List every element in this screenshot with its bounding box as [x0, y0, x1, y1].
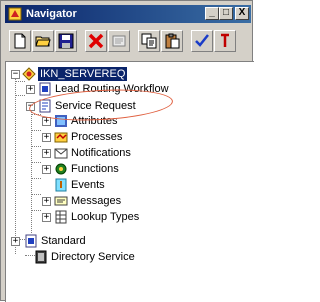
tree-node-label: Events: [71, 179, 105, 191]
close-button[interactable]: X: [235, 7, 249, 20]
tree-node-label: Processes: [71, 131, 123, 143]
expand-toggle[interactable]: +: [42, 165, 51, 174]
tree-node-directory-service[interactable]: Directory Service: [6, 250, 226, 264]
save-icon: [58, 33, 74, 49]
expand-toggle[interactable]: +: [42, 213, 51, 222]
tree-node-functions[interactable]: + Functions: [6, 162, 226, 176]
collapse-toggle[interactable]: −: [11, 70, 20, 79]
tree-node-label: Directory Service: [51, 251, 135, 263]
tree-node-root[interactable]: − IKN_SERVEREQ: [6, 67, 206, 81]
gear-icon: [55, 163, 67, 175]
minimize-button[interactable]: _: [205, 7, 219, 20]
expand-toggle[interactable]: +: [42, 149, 51, 158]
open-button[interactable]: [32, 30, 54, 52]
item-type-icon: [39, 82, 51, 96]
check-icon: [195, 34, 209, 47]
copy-button[interactable]: [138, 30, 160, 52]
open-folder-icon: [35, 36, 51, 47]
expand-toggle[interactable]: +: [42, 117, 51, 126]
toolbar: [5, 27, 251, 59]
copy-icon: [141, 33, 157, 49]
expand-toggle[interactable]: +: [26, 85, 35, 94]
processes-icon: [54, 132, 68, 143]
lookup-table-icon: [55, 210, 67, 224]
tree-node-messages[interactable]: + Messages: [6, 194, 226, 208]
delete-button[interactable]: [85, 30, 107, 52]
paste-icon: [165, 33, 180, 49]
new-button[interactable]: [9, 30, 31, 52]
save-button[interactable]: [55, 30, 77, 52]
restore-button[interactable]: □: [219, 7, 233, 20]
delete-icon: [88, 33, 104, 49]
tree-node-processes[interactable]: + Processes: [6, 130, 226, 144]
check-button[interactable]: [191, 30, 213, 52]
tree-node-label: Notifications: [71, 147, 131, 159]
paste-button[interactable]: [161, 30, 183, 52]
navigator-tree[interactable]: − IKN_SERVEREQ + Lead Routing Workflow −…: [5, 61, 254, 302]
tree-node-label: IKN_SERVEREQ: [38, 67, 128, 81]
title-bar[interactable]: Navigator _ □ X: [5, 5, 251, 23]
directory-book-icon: [35, 250, 47, 264]
tree-node-label: Messages: [71, 195, 122, 207]
item-type-icon: [22, 67, 36, 81]
properties-button[interactable]: [108, 30, 130, 52]
tree-node-label: Standard: [41, 235, 86, 247]
pointer-button[interactable]: [214, 30, 236, 52]
expand-toggle[interactable]: +: [42, 133, 51, 142]
tree-node-lookup-types[interactable]: + Lookup Types: [6, 210, 226, 224]
message-icon: [54, 196, 68, 206]
navigator-app-icon: [8, 7, 22, 21]
event-icon: [55, 178, 67, 192]
window-title: Navigator: [26, 8, 77, 20]
envelope-icon: [54, 148, 68, 159]
new-document-icon: [14, 33, 26, 49]
expand-toggle[interactable]: +: [11, 237, 20, 246]
tree-node-label: Functions: [71, 163, 119, 175]
tree-node-events[interactable]: Events: [6, 178, 226, 192]
navigator-window: Navigator _ □ X − IKN_SERVEREQ + Lead Ro…: [0, 0, 254, 302]
properties-icon: [112, 35, 126, 47]
pointer-icon: [221, 33, 229, 47]
item-type-icon: [25, 234, 37, 248]
tree-node-notifications[interactable]: + Notifications: [6, 146, 226, 160]
tree-node-label: Lookup Types: [71, 211, 140, 223]
tree-node-standard[interactable]: + Standard: [6, 234, 226, 248]
expand-toggle[interactable]: +: [42, 197, 51, 206]
